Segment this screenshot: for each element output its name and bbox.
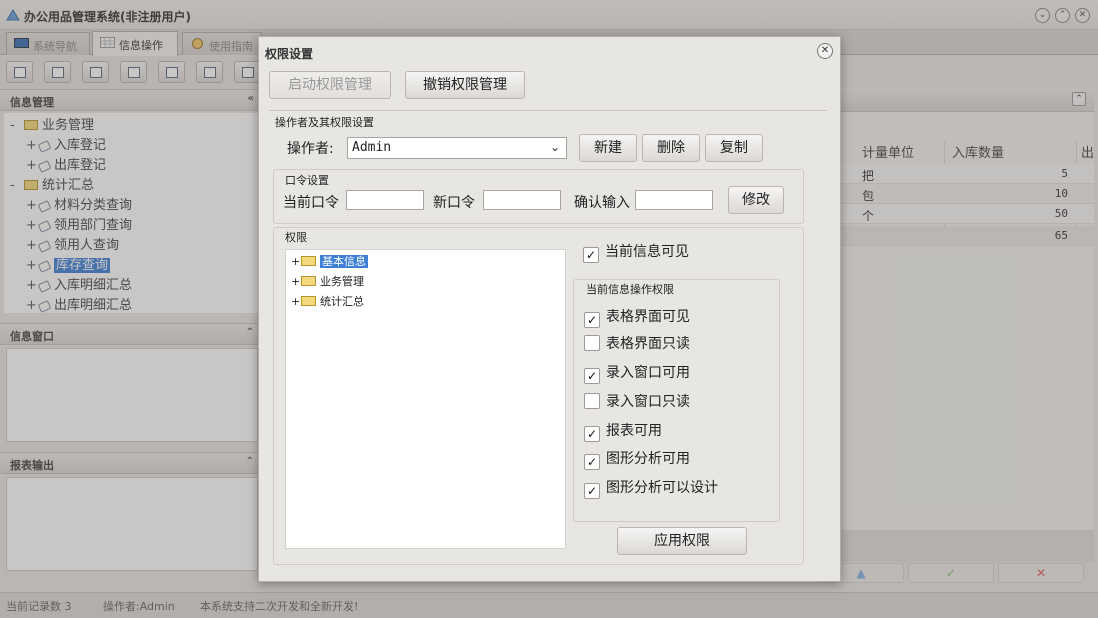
permission-dialog: 权限设置 ✕ 启动权限管理 撤销权限管理 操作者及其权限设置 操作者: Admi… — [258, 36, 841, 582]
checkbox-label: 图形分析可以设计 — [606, 480, 718, 496]
checkbox-empty — [584, 335, 600, 351]
check-icon: ✓ — [583, 247, 599, 263]
checkbox-label: 表格界面只读 — [606, 336, 690, 352]
check-icon: ✓ — [584, 454, 600, 470]
check-icon: ✓ — [584, 426, 600, 442]
operator-select[interactable]: Admin ⌄ — [347, 137, 567, 159]
current-info-visible-checkbox[interactable]: ✓ 当前信息可见 — [583, 241, 689, 263]
grid-visible-checkbox[interactable]: ✓ 表格界面可见 — [584, 306, 690, 328]
perm-node-label: 基本信息 — [320, 255, 368, 268]
close-icon[interactable]: ✕ — [817, 43, 833, 59]
perm-node-basic[interactable]: + 基本信息 — [291, 253, 368, 269]
checkbox-label: 当前信息可见 — [605, 244, 689, 260]
dialog-title: 权限设置 — [265, 47, 314, 61]
checkbox-label: 图形分析可用 — [606, 451, 690, 467]
chevron-down-icon: ⌄ — [549, 140, 560, 154]
checkbox-label: 录入窗口可用 — [606, 365, 690, 381]
chart-analysis-design-checkbox[interactable]: ✓ 图形分析可以设计 — [584, 477, 718, 499]
divider — [269, 110, 827, 111]
apply-permission-button[interactable]: 应用权限 — [617, 527, 747, 555]
check-icon: ✓ — [584, 368, 600, 384]
folder-icon — [301, 296, 316, 306]
password-group-label: 口令设置 — [285, 174, 329, 187]
perm-node-label: 统计汇总 — [320, 295, 364, 308]
delete-operator-button[interactable]: 删除 — [642, 134, 700, 162]
entry-window-enabled-checkbox[interactable]: ✓ 录入窗口可用 — [584, 362, 690, 384]
checkbox-label: 表格界面可见 — [606, 309, 690, 325]
modify-password-button[interactable]: 修改 — [728, 186, 784, 214]
enable-permission-button[interactable]: 启动权限管理 — [269, 71, 391, 99]
perm-node-label: 业务管理 — [320, 275, 364, 288]
entry-window-readonly-checkbox[interactable]: 录入窗口只读 — [584, 391, 690, 411]
perm-node-statistics[interactable]: + 统计汇总 — [291, 293, 364, 309]
copy-operator-button[interactable]: 复制 — [705, 134, 763, 162]
current-password-label: 当前口令 — [283, 195, 339, 211]
folder-icon — [301, 276, 316, 286]
confirm-password-input[interactable] — [635, 190, 713, 210]
checkbox-label: 录入窗口只读 — [606, 394, 690, 410]
operator-value: Admin — [352, 140, 392, 155]
grid-readonly-checkbox[interactable]: 表格界面只读 — [584, 333, 690, 353]
check-icon: ✓ — [584, 312, 600, 328]
permission-tree: + 基本信息 + 业务管理 + 统计汇总 — [285, 249, 566, 549]
permission-group-label: 权限 — [285, 231, 307, 244]
new-operator-button[interactable]: 新建 — [579, 134, 637, 162]
folder-icon — [301, 256, 316, 266]
report-enabled-checkbox[interactable]: ✓ 报表可用 — [584, 420, 662, 442]
checkbox-label: 报表可用 — [606, 423, 662, 439]
new-password-input[interactable] — [483, 190, 561, 210]
confirm-password-label: 确认输入 — [574, 195, 630, 211]
operator-label: 操作者: — [287, 141, 334, 157]
perm-node-business[interactable]: + 业务管理 — [291, 273, 364, 289]
checkbox-empty — [584, 393, 600, 409]
ops-group-label: 当前信息操作权限 — [586, 283, 674, 296]
new-password-label: 新口令 — [433, 195, 475, 211]
chart-analysis-enabled-checkbox[interactable]: ✓ 图形分析可用 — [584, 448, 690, 470]
revoke-permission-button[interactable]: 撤销权限管理 — [405, 71, 525, 99]
check-icon: ✓ — [584, 483, 600, 499]
current-password-input[interactable] — [346, 190, 424, 210]
operator-group-label: 操作者及其权限设置 — [275, 116, 374, 129]
